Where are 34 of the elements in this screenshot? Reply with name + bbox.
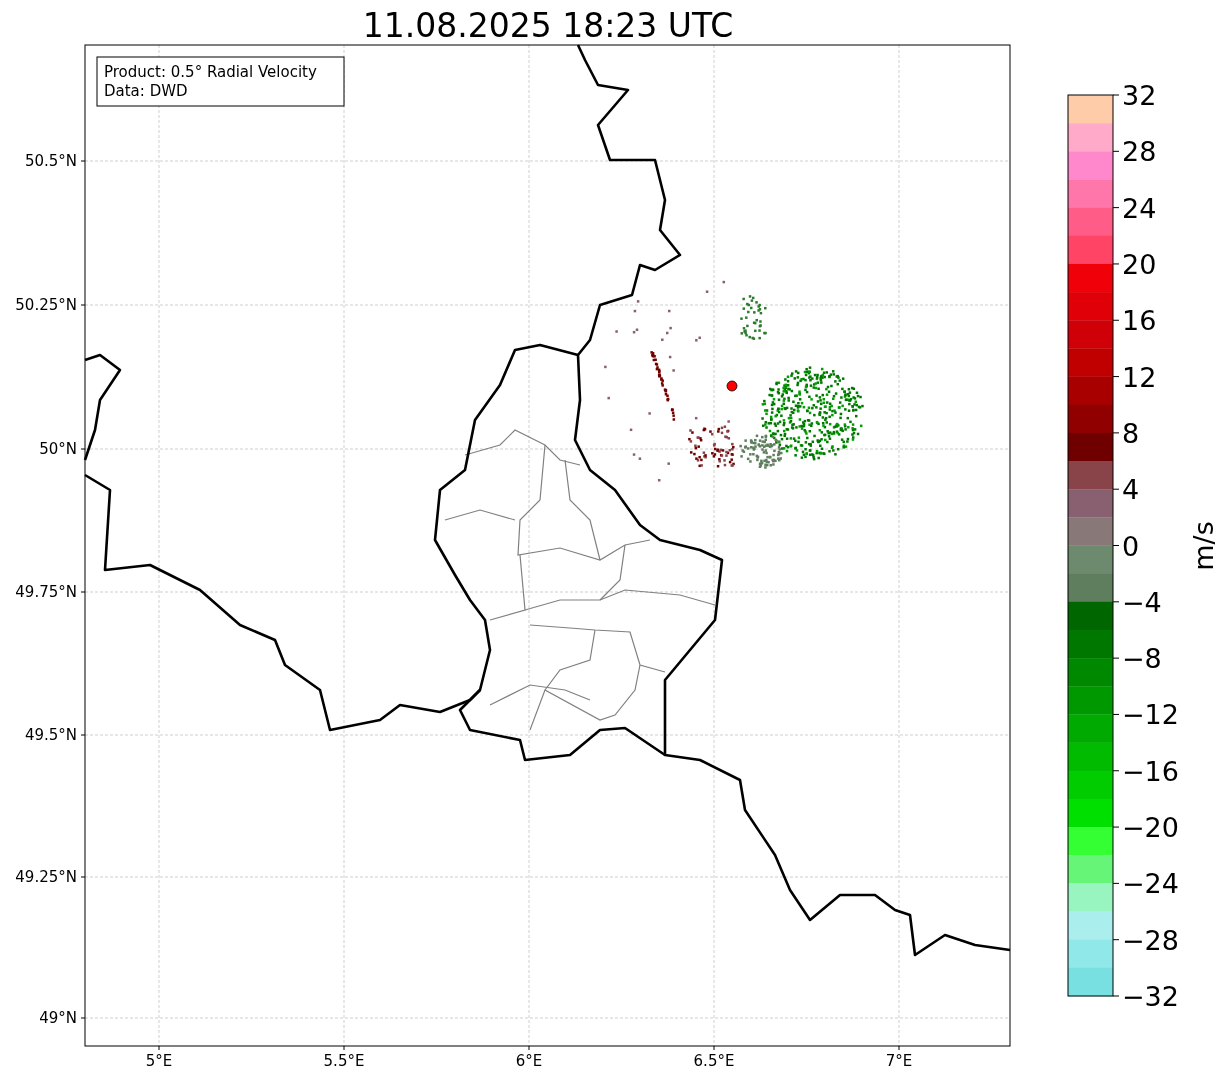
y-tick-label: 50°N (39, 440, 77, 458)
colorbar-tick-label: 8 (1122, 417, 1140, 449)
colorbar-tick-label: 28 (1122, 136, 1157, 168)
colorbar-tick-label: 24 (1122, 192, 1157, 224)
info-text: Product: 0.5° Radial Velocity (104, 63, 317, 81)
chart-title: 11.08.2025 18:23 UTC (362, 6, 734, 45)
colorbar-tick-label: −8 (1122, 643, 1162, 675)
colorbar-tick-label: −32 (1122, 981, 1179, 1012)
x-tick-label: 5.5°E (323, 1052, 365, 1070)
colorbar-tick-label: 20 (1122, 248, 1157, 280)
colorbar-tick-label: −28 (1122, 924, 1179, 956)
y-tick-label: 50.5°N (24, 152, 77, 170)
colorbar-tick-label: 0 (1122, 530, 1140, 562)
colorbar-tick-label: −4 (1122, 586, 1162, 618)
y-tick-label: 49.5°N (24, 726, 77, 744)
colorbar-tick-label: 16 (1122, 305, 1157, 337)
colorbar-tick-label: −16 (1122, 755, 1179, 787)
colorbar-tick-label: −20 (1122, 812, 1179, 844)
x-tick-label: 6.5°E (693, 1052, 735, 1070)
colorbar-tick-label: 12 (1122, 361, 1157, 393)
colorbar-tick-label: −12 (1122, 699, 1179, 731)
colorbar-tick-label: 32 (1122, 80, 1157, 111)
radar-site-marker (726, 380, 738, 392)
colorbar-label: m/s (1188, 521, 1219, 571)
y-tick-label: 49°N (39, 1009, 77, 1027)
x-tick-label: 5°E (145, 1052, 173, 1070)
x-tick-label: 6°E (515, 1052, 543, 1070)
colorbar-tick-label: 4 (1122, 474, 1140, 506)
info-text: Data: DWD (104, 82, 188, 100)
x-tick-label: 7°E (885, 1052, 913, 1070)
y-tick-label: 50.25°N (15, 296, 77, 314)
y-tick-label: 49.25°N (15, 868, 77, 886)
colorbar-tick-label: −24 (1122, 868, 1179, 900)
y-tick-label: 49.75°N (15, 583, 77, 601)
